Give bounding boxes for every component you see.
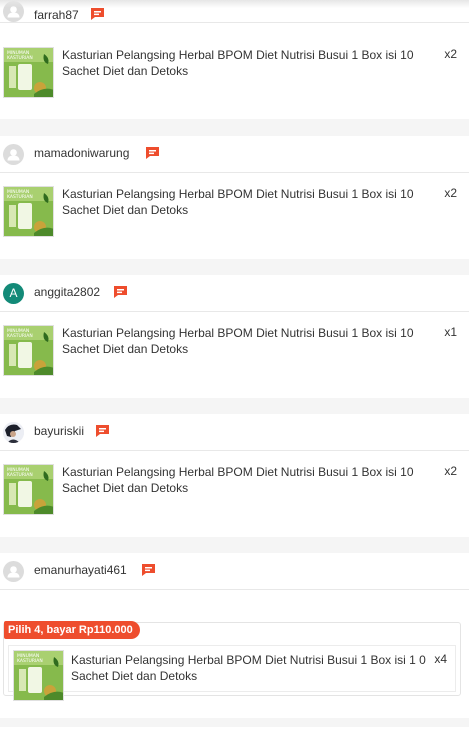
- order-card: [0, 727, 469, 753]
- order-header: A anggita2802: [0, 275, 469, 312]
- bundle-promo-badge: Pilih 4, bayar Rp110.000: [4, 621, 140, 639]
- product-image: MINUMAN KASTURIAN: [3, 325, 54, 376]
- product-title: Kasturian Pelangsing Herbal BPOM Diet Nu…: [62, 48, 414, 78]
- avatar[interactable]: [3, 561, 24, 582]
- svg-text:KASTURIAN: KASTURIAN: [7, 194, 33, 200]
- quantity: x1: [444, 325, 457, 339]
- svg-text:KASTURIAN: KASTURIAN: [7, 472, 33, 478]
- user-photo-icon: [3, 422, 24, 443]
- username[interactable]: anggita2802: [34, 285, 100, 299]
- order-card: farrah87 MINUMAN KASTURIAN Kasturian Pela…: [0, 0, 469, 119]
- username[interactable]: mamadoniwarung: [34, 146, 129, 160]
- product-image: MINUMAN KASTURIAN: [3, 186, 54, 237]
- default-user-icon: [7, 566, 20, 578]
- chat-icon[interactable]: [145, 146, 160, 159]
- quantity: x4: [434, 652, 447, 666]
- top-shadow: [0, 0, 469, 8]
- avatar[interactable]: [3, 144, 24, 165]
- bundle-deal-box: Pilih 4, bayar Rp110.000 MINUMAN KASTURIA…: [3, 621, 461, 701]
- product-image: MINUMAN KASTURIAN: [3, 47, 54, 98]
- product-title: Kasturian Pelangsing Herbal BPOM Diet Nu…: [62, 326, 414, 356]
- quantity: x2: [444, 47, 457, 61]
- order-header: emanurhayati461: [0, 553, 469, 590]
- username[interactable]: emanurhayati461: [34, 563, 127, 577]
- order-card: emanurhayati461 Pilih 4, bayar Rp110.000…: [0, 553, 469, 718]
- svg-text:KASTURIAN: KASTURIAN: [17, 658, 43, 664]
- username[interactable]: bayuriskii: [34, 424, 84, 438]
- avatar[interactable]: [3, 422, 24, 443]
- chat-icon[interactable]: [90, 7, 105, 20]
- order-card: mamadoniwarung MINUMAN KASTURIAN Kasturia…: [0, 136, 469, 259]
- svg-text:KASTURIAN: KASTURIAN: [7, 55, 33, 61]
- order-card: bayuriskii MINUMAN KASTURIAN Kasturian Pe…: [0, 414, 469, 537]
- chat-icon[interactable]: [95, 424, 110, 437]
- product-image: MINUMAN KASTURIAN: [13, 650, 64, 701]
- order-item[interactable]: MINUMAN KASTURIAN Kasturian Pelangsing He…: [8, 645, 456, 701]
- chat-icon[interactable]: [141, 563, 156, 576]
- order-header: mamadoniwarung: [0, 136, 469, 173]
- product-image: MINUMAN KASTURIAN: [3, 464, 54, 515]
- avatar-letter: A: [9, 286, 18, 300]
- quantity: x2: [444, 464, 457, 478]
- product-title: Kasturian Pelangsing Herbal BPOM Diet Nu…: [62, 465, 414, 495]
- order-card: A anggita2802 MINUMAN KASTURIAN Kasturian…: [0, 275, 469, 398]
- avatar[interactable]: A: [3, 283, 24, 304]
- username[interactable]: farrah87: [34, 8, 79, 22]
- order-header: bayuriskii: [0, 414, 469, 451]
- default-user-icon: [7, 149, 20, 161]
- product-title: Kasturian Pelangsing Herbal BPOM Diet Nu…: [62, 187, 414, 217]
- chat-icon[interactable]: [113, 285, 128, 298]
- product-title: Kasturian Pelangsing Herbal BPOM Diet Nu…: [71, 653, 426, 683]
- svg-text:KASTURIAN: KASTURIAN: [7, 333, 33, 339]
- quantity: x2: [444, 186, 457, 200]
